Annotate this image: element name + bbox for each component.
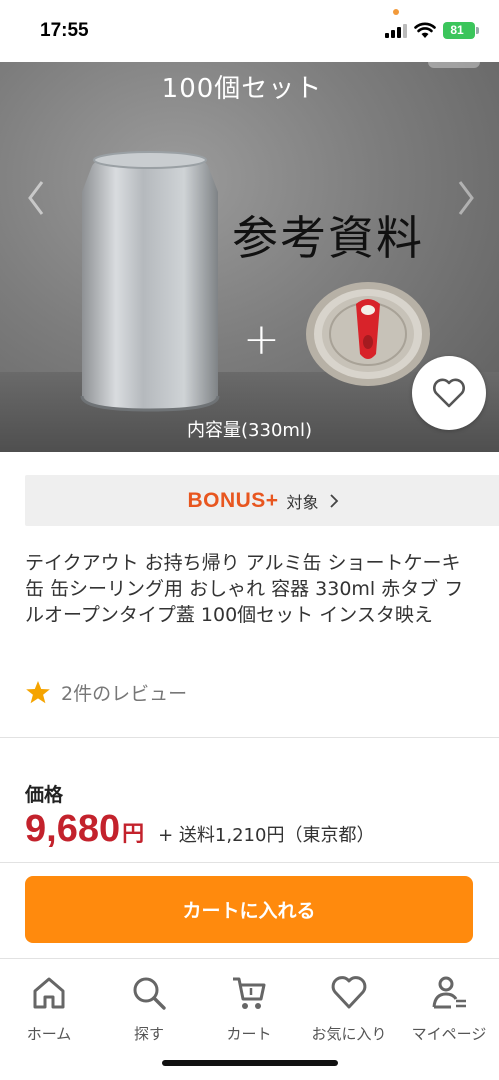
review-count: 2件のレビュー (61, 682, 188, 705)
divider (0, 862, 499, 863)
home-icon (33, 977, 65, 1009)
battery-level: 81 (450, 23, 464, 37)
tab-favorites[interactable]: お気に入り (300, 967, 398, 1047)
shipping-fee: + 送料1,210円（東京都） (158, 825, 375, 846)
add-to-cart-button[interactable]: カートに入れる (25, 876, 473, 943)
status-bar: 17:55 81 (0, 0, 499, 62)
battery-icon: 81 (443, 22, 475, 39)
price-value: 9,680 (25, 808, 121, 850)
star-icon (26, 680, 50, 703)
aluminum-can-image (80, 151, 220, 412)
tab-my-page-label: マイページ (411, 1025, 487, 1043)
price-label: 価格 (25, 784, 64, 806)
price-row: 9,680 円 + 送料1,210円（東京都） (25, 808, 374, 854)
can-lid-image (306, 282, 430, 386)
heart-icon (433, 378, 465, 408)
tab-search[interactable]: 探す (100, 967, 198, 1047)
reviews-link[interactable]: 2件のレビュー (25, 678, 187, 706)
plus-sign: + (243, 314, 280, 365)
battery-cap (476, 27, 479, 34)
tab-cart[interactable]: カート (200, 967, 298, 1047)
next-image-arrow-icon[interactable] (454, 178, 478, 218)
divider (0, 737, 499, 738)
tab-home[interactable]: ホーム (0, 967, 98, 1047)
previous-image-arrow-icon[interactable] (24, 178, 48, 218)
favorite-button[interactable] (412, 356, 486, 430)
tab-cart-label: カート (226, 1025, 272, 1043)
heart-icon (331, 976, 367, 1009)
bonus-eligible-label: 対象 (286, 492, 319, 512)
home-indicator[interactable] (162, 1060, 338, 1066)
tab-favorites-label: お気に入り (311, 1025, 387, 1043)
image-caption-top: 100個セット (161, 74, 323, 104)
cart-icon (233, 977, 266, 1009)
status-time: 17:55 (40, 20, 89, 41)
wifi-icon (414, 22, 436, 38)
bonus-plus-banner[interactable]: BONUS+ 対象 (25, 475, 499, 526)
user-icon (432, 976, 466, 1009)
privacy-indicator-dot (393, 9, 399, 15)
tab-my-page[interactable]: マイページ (400, 967, 498, 1047)
chevron-right-icon (329, 493, 338, 508)
bonus-plus-logo: BONUS+ (187, 488, 279, 512)
search-icon (133, 977, 166, 1010)
price-unit: 円 (122, 822, 145, 847)
product-title: テイクアウト お持ち帰り アルミ缶 ショートケーキ缶 缶シーリング用 おしゃれ … (25, 552, 464, 626)
reference-watermark-text: 参考資料 (232, 211, 424, 265)
cellular-signal-icon (385, 24, 407, 38)
tab-search-label: 探す (133, 1025, 164, 1043)
tab-home-label: ホーム (26, 1025, 72, 1043)
